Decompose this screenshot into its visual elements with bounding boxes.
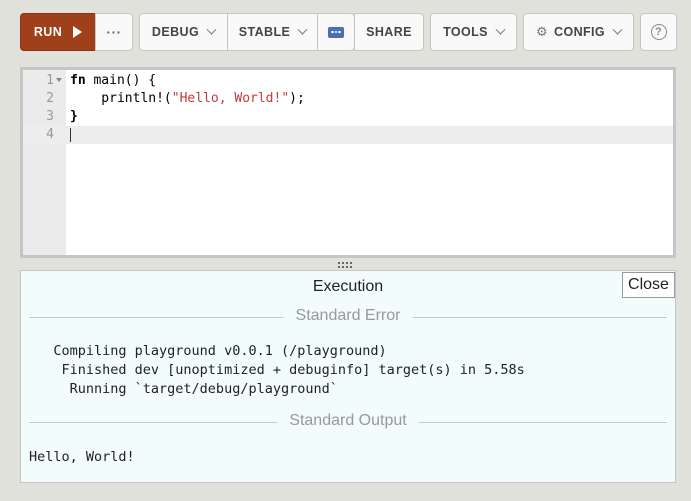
gear-icon: ⚙ [535, 24, 549, 39]
play-icon [73, 26, 83, 38]
text-cursor [70, 128, 71, 142]
config-label: CONFIG [554, 25, 606, 39]
stderr-divider: Standard Error [29, 307, 667, 325]
chevron-down-icon [297, 24, 308, 35]
code-text: } [70, 109, 78, 124]
stdout-header: Standard Output [277, 412, 419, 430]
channel-dropdown[interactable]: STABLE [227, 13, 318, 51]
fold-arrow-icon[interactable] [56, 78, 62, 82]
channel-label: STABLE [238, 25, 291, 39]
run-more-button[interactable]: ··· [95, 13, 133, 51]
more-label: ··· [106, 24, 122, 40]
code-text: fn main() { [70, 73, 157, 88]
config-dropdown[interactable]: ⚙ CONFIG [523, 13, 634, 51]
share-label: SHARE [366, 25, 412, 39]
code-editor[interactable]: 1 fn main() { 2 println!("Hello, World!"… [20, 67, 676, 258]
chevron-down-icon [612, 24, 623, 35]
editor-line[interactable]: 3 } [23, 108, 673, 126]
chevron-down-icon [206, 24, 217, 35]
tools-label: TOOLS [443, 25, 488, 39]
run-button[interactable]: RUN [20, 13, 96, 51]
run-label: RUN [33, 25, 63, 39]
stdout-divider: Standard Output [29, 412, 667, 430]
stderr-header: Standard Error [283, 307, 413, 325]
tools-dropdown[interactable]: TOOLS [430, 13, 517, 51]
edition-icon [328, 26, 344, 38]
chevron-down-icon [495, 24, 506, 35]
line-number: 1 [46, 73, 54, 88]
resize-handle[interactable] [338, 262, 354, 268]
mode-dropdown[interactable]: DEBUG [139, 13, 228, 51]
line-number: 3 [46, 109, 54, 124]
share-button[interactable]: SHARE [354, 13, 424, 51]
editor-line-active[interactable]: 4 [23, 126, 673, 144]
stdout-text: Hello, World! [29, 449, 135, 465]
mode-label: DEBUG [151, 25, 200, 39]
help-button[interactable]: ? [640, 13, 677, 51]
output-panel: Execution Close Standard Error Compiling… [20, 270, 676, 483]
line-number: 2 [46, 91, 54, 106]
question-circle-icon: ? [650, 24, 667, 40]
editor-line[interactable]: 2 println!("Hello, World!"); [23, 90, 673, 108]
edition-button[interactable] [317, 13, 355, 51]
output-title: Execution [312, 278, 384, 295]
stderr-text: Compiling playground v0.0.1 (/playground… [53, 343, 525, 397]
line-number: 4 [46, 127, 54, 142]
close-button[interactable]: Close [622, 272, 675, 298]
code-text: println!("Hello, World!"); [70, 91, 305, 106]
editor-line[interactable]: 1 fn main() { [23, 72, 673, 90]
